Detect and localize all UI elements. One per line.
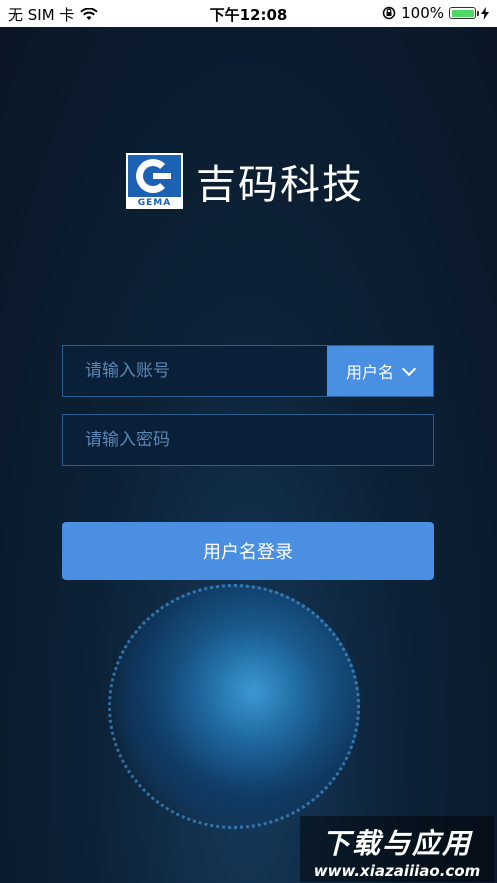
account-input[interactable] [63,346,329,396]
globe-ring [108,584,360,829]
account-field: 用户名 [62,345,434,397]
account-type-label: 用户名 [345,363,394,382]
password-field [62,414,434,466]
battery-level [451,9,474,17]
watermark-url: www.xiazaiiiao.com [313,862,481,880]
watermark-title: 下载与应用 [321,827,472,860]
charging-icon [481,6,489,20]
orientation-lock-icon [382,6,396,20]
chevron-down-icon [401,361,417,376]
battery-percent: 100% [401,4,444,22]
logo-text: GEMA [137,198,172,208]
brand-name: 吉码科技 [196,162,364,208]
account-type-select[interactable]: 用户名 [327,346,433,396]
login-button[interactable]: 用户名登录 [62,522,434,580]
battery-icon [449,7,479,19]
status-right: 100% [382,4,489,22]
gema-logo: GEMA [126,153,183,209]
watermark: 下载与应用 www.xiazaiiiao.com [300,816,494,882]
brand-header: GEMA 吉码科技 [126,152,364,210]
status-bar: 无 SIM 卡 下午12:08 100% [0,0,497,27]
password-input[interactable] [63,415,433,465]
login-screen: GEMA 吉码科技 用户名 用户名登录 [0,27,497,883]
